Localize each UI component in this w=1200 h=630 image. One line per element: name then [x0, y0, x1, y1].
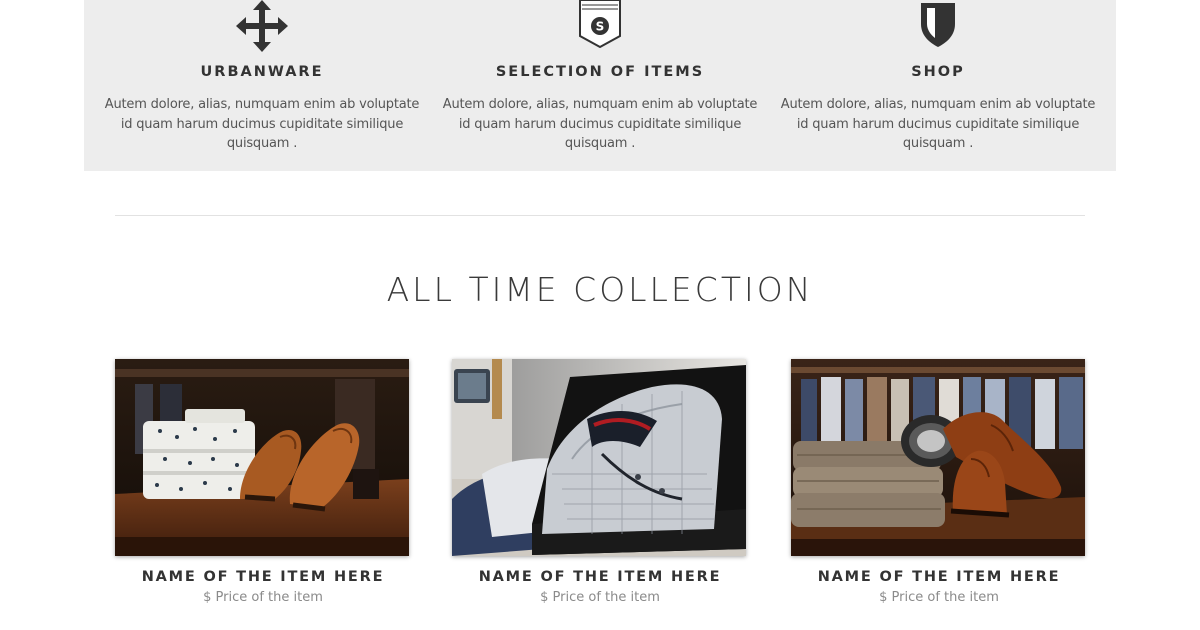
- move-arrows-icon: [236, 0, 288, 56]
- features-panel: URBANWARE Autem dolore, alias, numquam e…: [84, 0, 1116, 171]
- product-name[interactable]: NAME OF THE ITEM HERE: [452, 569, 748, 585]
- feature-title: URBANWARE: [200, 64, 324, 80]
- product-price: $ Price of the item: [203, 590, 323, 605]
- badge-s-icon: S: [578, 0, 622, 52]
- shield-icon: [918, 0, 958, 52]
- product-price: $ Price of the item: [540, 590, 660, 605]
- product-card[interactable]: NAME OF THE ITEM HERE $ Price of the ite…: [791, 359, 1087, 605]
- collection-title: ALL TIME COLLECTION: [386, 270, 814, 309]
- product-card[interactable]: NAME OF THE ITEM HERE $ Price of the ite…: [452, 359, 748, 605]
- product-image[interactable]: [791, 359, 1085, 556]
- product-name[interactable]: NAME OF THE ITEM HERE: [115, 569, 411, 585]
- product-image[interactable]: [452, 359, 746, 556]
- feature-text: Autem dolore, alias, numquam enim ab vol…: [104, 97, 420, 151]
- product-price: $ Price of the item: [879, 590, 999, 605]
- product-image[interactable]: [115, 359, 409, 556]
- section-divider: [115, 215, 1085, 216]
- svg-text:S: S: [596, 20, 605, 34]
- product-card[interactable]: NAME OF THE ITEM HERE $ Price of the ite…: [115, 359, 411, 605]
- feature-text: Autem dolore, alias, numquam enim ab vol…: [442, 97, 758, 151]
- feature-title: SHOP: [911, 64, 965, 80]
- feature-text: Autem dolore, alias, numquam enim ab vol…: [780, 97, 1096, 151]
- feature-title: SELECTION OF ITEMS: [495, 64, 705, 80]
- product-name[interactable]: NAME OF THE ITEM HERE: [791, 569, 1087, 585]
